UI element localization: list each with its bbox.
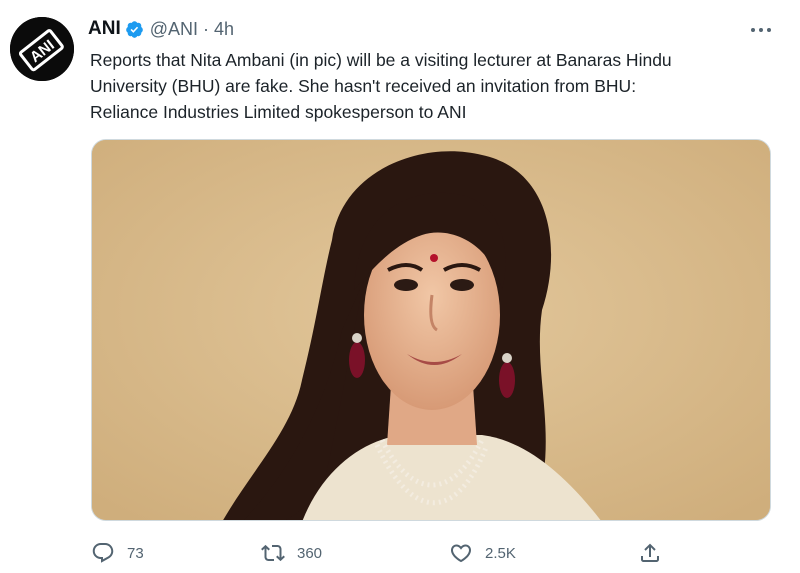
tweet-time[interactable]: 4h: [214, 19, 234, 40]
verified-badge-icon: [125, 20, 143, 38]
tweet-text-line: Reliance Industries Limited spokesperson…: [90, 102, 467, 122]
retweet-count: 360: [297, 544, 323, 562]
tweet-media-image[interactable]: [91, 139, 771, 521]
like-icon: [450, 544, 472, 563]
avatar-logo: ANI: [10, 17, 74, 81]
author-name[interactable]: ANI: [88, 18, 121, 40]
reply-icon: [92, 543, 114, 563]
portrait-photo: [92, 140, 770, 520]
share-icon: [641, 543, 659, 562]
tweet: ANI ANI @ANI · 4h Reports that Nita Amba…: [0, 0, 800, 573]
reply-button[interactable]: 73: [91, 535, 144, 571]
tweet-text-line: Reports that Nita Ambani (in pic) will b…: [90, 50, 672, 70]
tweet-header: ANI @ANI · 4h: [88, 14, 234, 44]
like-button[interactable]: 2.5K: [449, 535, 516, 571]
like-count: 2.5K: [485, 544, 516, 562]
tweet-actions: 73 360 2.5K: [0, 535, 800, 571]
share-button[interactable]: [638, 535, 662, 571]
author-handle[interactable]: @ANI: [150, 19, 198, 40]
separator: ·: [203, 18, 210, 39]
tweet-text: Reports that Nita Ambani (in pic) will b…: [90, 47, 780, 125]
more-icon[interactable]: [747, 20, 775, 40]
avatar[interactable]: ANI: [10, 17, 74, 81]
retweet-button[interactable]: 360: [261, 535, 322, 571]
retweet-icon: [261, 544, 285, 562]
reply-count: 73: [127, 544, 144, 562]
tweet-text-line: University (BHU) are fake. She hasn't re…: [90, 76, 637, 96]
